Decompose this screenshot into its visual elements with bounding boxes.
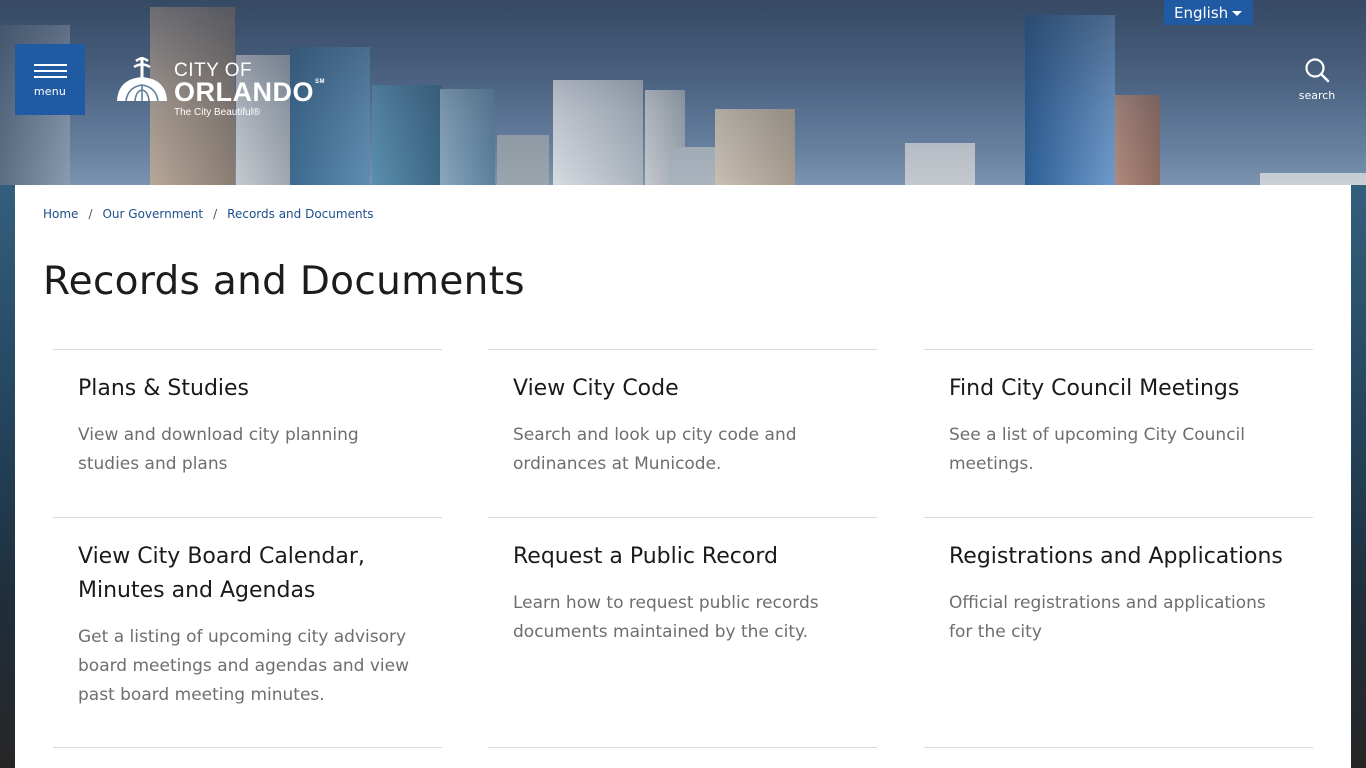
card-title: Request a Public Record [513, 544, 778, 569]
card-request-public-record[interactable]: Request a Public Record Learn how to req… [488, 517, 877, 749]
card-view-city-board-calendar[interactable]: View City Board Calendar, Minutes and Ag… [53, 517, 442, 749]
card-description: Learn how to request public records docu… [513, 593, 819, 642]
breadcrumb-home[interactable]: Home [43, 207, 78, 221]
card-view-city-code[interactable]: View City Code Search and look up city c… [488, 349, 877, 518]
card-title: View City Board Calendar, Minutes and Ag… [78, 544, 365, 603]
language-select[interactable]: English [1164, 0, 1253, 25]
card-title: View City Code [513, 376, 679, 401]
card-plans-studies[interactable]: Plans & Studies View and download city p… [53, 349, 442, 518]
breadcrumb-separator: / [213, 207, 218, 221]
caret-down-icon [1232, 11, 1242, 16]
card-registrations-applications[interactable]: Registrations and Applications Official … [924, 517, 1313, 749]
breadcrumb-records-and-documents[interactable]: Records and Documents [227, 207, 373, 221]
page-title: Records and Documents [43, 259, 525, 304]
city-logo-link[interactable]: CITY OF ORLANDOSM The City Beautiful® [114, 55, 336, 121]
search-icon [1305, 58, 1330, 83]
card-description: See a list of upcoming City Council meet… [949, 425, 1245, 474]
card-find-city-council-meetings[interactable]: Find City Council Meetings See a list of… [924, 349, 1313, 518]
card-title: Plans & Studies [78, 376, 250, 401]
card-description: View and download city planning studies … [78, 425, 359, 474]
search-button[interactable]: search [1292, 57, 1342, 103]
card-title: Find City Council Meetings [949, 376, 1240, 401]
search-label: search [1298, 89, 1336, 102]
card-title: Registrations and Applications [949, 544, 1283, 569]
logo-service-mark: SM [315, 79, 325, 85]
card-divider [924, 747, 1313, 748]
card-divider [488, 747, 877, 748]
city-logo-mark [117, 57, 167, 102]
card-description: Official registrations and applications … [949, 593, 1266, 642]
breadcrumb-separator: / [88, 207, 93, 221]
card-description: Get a listing of upcoming city advisory … [78, 627, 410, 705]
card-grid: Plans & Studies View and download city p… [53, 349, 1314, 768]
breadcrumb: Home / Our Government / Records and Docu… [43, 207, 374, 221]
logo-tagline: The City Beautiful® [174, 107, 261, 118]
card-description: Search and look up city code and ordinan… [513, 425, 797, 474]
content-panel: Home / Our Government / Records and Docu… [15, 185, 1351, 768]
menu-button[interactable]: menu [15, 44, 85, 115]
breadcrumb-our-government[interactable]: Our Government [102, 207, 203, 221]
menu-label: menu [33, 84, 67, 98]
language-selected: English [1174, 3, 1229, 22]
logo-wordmark: CITY OF ORLANDOSM The City Beautiful® [174, 55, 325, 118]
hamburger-icon [33, 63, 67, 78]
logo-name: ORLANDOSM [174, 77, 325, 107]
card-divider [53, 747, 442, 748]
